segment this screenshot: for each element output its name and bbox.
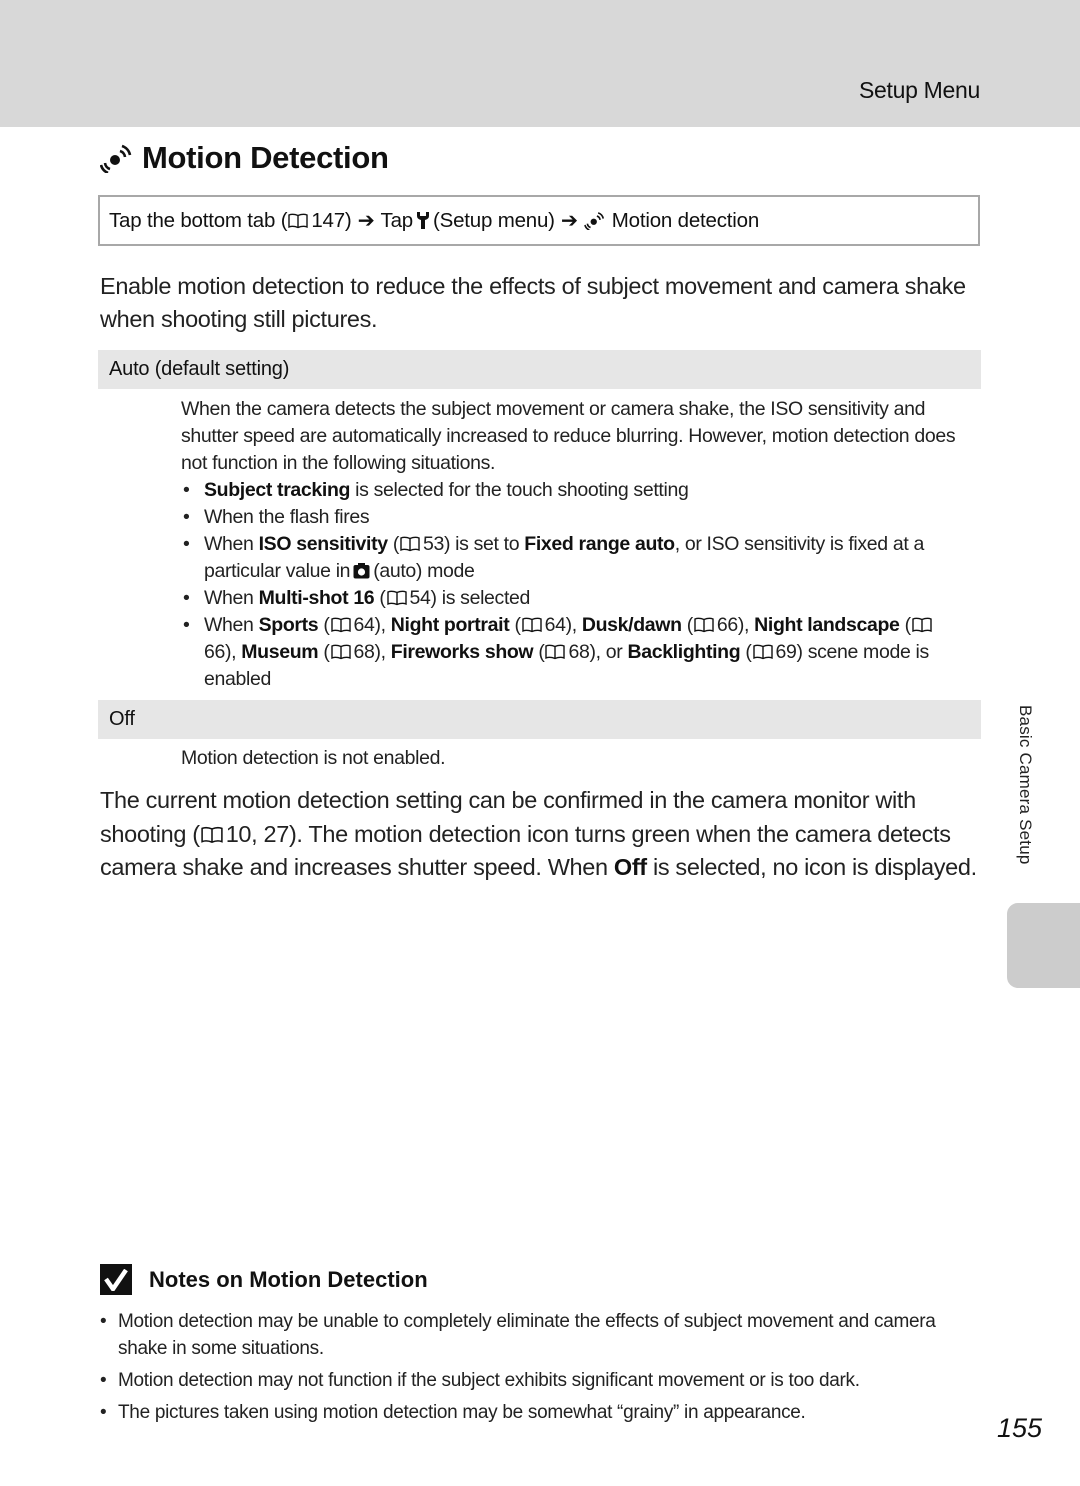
scene-mode-name: Dusk/dawn [581, 614, 682, 636]
scene-mode-name: Fireworks show [390, 641, 534, 663]
setting-name: Multi-shot 16 [258, 587, 375, 609]
book-reference-icon [387, 590, 407, 606]
nav-step-2: Tap [380, 208, 414, 232]
option-body-auto: When the camera detects the subject move… [181, 396, 961, 693]
list-item-text: When [204, 533, 259, 555]
list-item: Subject tracking is selected for the tou… [181, 477, 961, 504]
header-band [0, 0, 1080, 127]
notes-heading: Notes on Motion Detection [100, 1264, 428, 1295]
arrow-right-icon: ➔ [357, 209, 375, 232]
list-item: The pictures taken using motion detectio… [100, 1399, 970, 1426]
menu-navigation-path: Tap the bottom tab ( 147) ➔ Tap (Setup m… [98, 195, 980, 246]
motion-detection-icon [584, 211, 606, 230]
list-item: When ISO sensitivity (53) is set to Fixe… [181, 531, 961, 585]
checkmark-icon [100, 1264, 132, 1295]
option-header-auto: Auto (default setting) [98, 350, 981, 389]
page-ref[interactable]: 66), [717, 614, 754, 636]
page-ref[interactable]: 53) is set to [423, 533, 524, 555]
intro-paragraph: Enable motion detection to reduce the ef… [100, 273, 966, 332]
list-item: When Sports (64), Night portrait (64), D… [181, 612, 961, 693]
monitor-note-paragraph: The current motion detection setting can… [100, 784, 980, 885]
notes-list: Motion detection may be unable to comple… [100, 1308, 970, 1431]
book-reference-icon [545, 644, 565, 660]
nav-step-3-label: Motion detection [611, 208, 760, 232]
setting-name: Off [613, 854, 647, 880]
list-item: Motion detection may not function if the… [100, 1367, 970, 1394]
page-title-text: Motion Detection [142, 140, 389, 175]
chapter-side-label: Basic Camera Setup [1016, 705, 1035, 865]
book-reference-icon [753, 644, 773, 660]
book-reference-icon [694, 617, 714, 633]
notes-heading-text: Notes on Motion Detection [149, 1266, 428, 1292]
section-label: Setup Menu [858, 77, 980, 103]
scene-mode-name: Night portrait [390, 614, 510, 636]
option-header-off: Off [98, 700, 981, 739]
page-ref[interactable]: 64), [354, 614, 391, 636]
arrow-right-icon: ➔ [560, 209, 578, 232]
nav-step-1: Tap the bottom tab ( [109, 208, 288, 232]
book-reference-icon [331, 617, 351, 633]
nav-step-2-label: (Setup menu) [433, 208, 555, 232]
motion-detection-icon [100, 143, 134, 173]
camera-auto-mode-icon [353, 562, 370, 579]
exception-list: Subject tracking is selected for the tou… [181, 477, 961, 693]
book-reference-icon [400, 536, 420, 552]
option-body-off: Motion detection is not enabled. [181, 745, 961, 772]
nav-step-1-page-ref[interactable]: 147) [311, 209, 351, 233]
page-ref[interactable]: 68), [354, 641, 391, 663]
chapter-thumb-tab[interactable] [1007, 903, 1080, 988]
scene-mode-name: Sports [258, 614, 319, 636]
book-reference-icon [522, 617, 542, 633]
option-description-off: Motion detection is not enabled. [181, 747, 446, 769]
list-item-text: (auto) mode [373, 560, 475, 582]
option-description-auto: When the camera detects the subject move… [181, 398, 956, 474]
list-item: When Multi-shot 16 (54) is selected [181, 585, 961, 612]
page-ref[interactable]: 66), [204, 641, 241, 663]
book-reference-icon [201, 826, 223, 844]
list-item-text: When [204, 587, 259, 609]
list-item: Motion detection may be unable to comple… [100, 1308, 970, 1362]
paragraph-text: is selected, no icon is displayed. [646, 854, 977, 880]
page-number: 155 [996, 1413, 1042, 1443]
page-ref[interactable]: 54) is selected [410, 587, 531, 609]
book-reference-icon [331, 644, 351, 660]
list-item-text: When the flash fires [204, 506, 370, 528]
setting-name: ISO sensitivity [258, 533, 388, 555]
page-ref[interactable]: 64), [545, 614, 582, 636]
list-item: When the flash fires [181, 504, 961, 531]
book-reference-icon [288, 213, 308, 229]
page-ref[interactable]: 68), or [568, 641, 627, 663]
book-reference-icon [912, 617, 932, 633]
setting-name: Fixed range auto [524, 533, 675, 555]
list-item-text: is selected for the touch shooting setti… [350, 479, 689, 501]
scene-mode-name: Museum [241, 641, 319, 663]
wrench-setup-icon [416, 211, 430, 230]
setting-name: Subject tracking [204, 479, 351, 501]
page-title: Motion Detection [100, 140, 389, 176]
scene-mode-name: Night landscape [754, 614, 900, 636]
scene-mode-name: Backlighting [627, 641, 741, 663]
list-item-text: When [204, 614, 259, 636]
